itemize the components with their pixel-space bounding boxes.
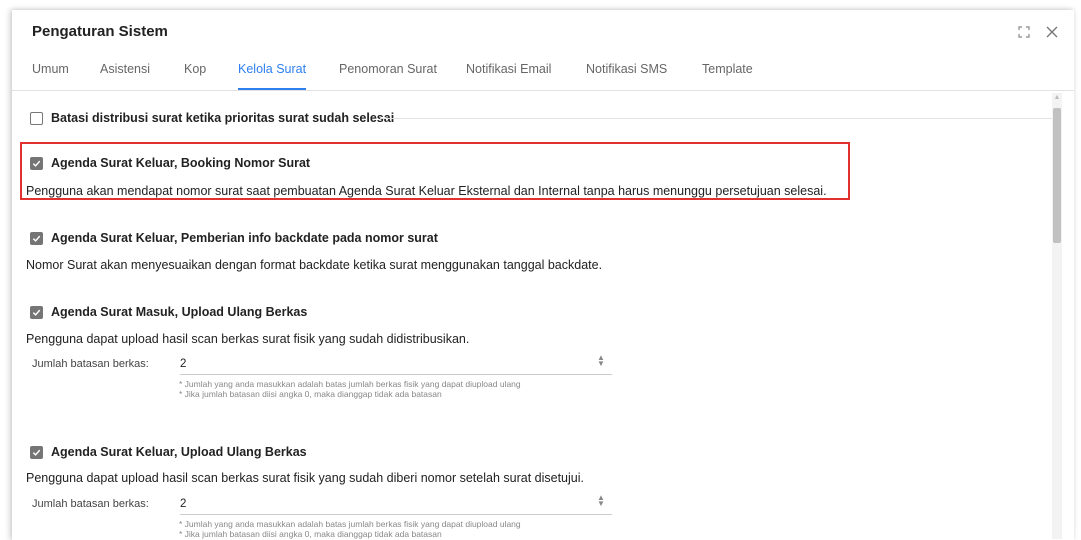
option-label: Agenda Surat Masuk, Upload Ulang Berkas — [51, 305, 308, 319]
tab-asistensi[interactable]: Asistensi — [100, 54, 150, 88]
scroll-thumb[interactable] — [1053, 108, 1061, 243]
option-label: Agenda Surat Keluar, Booking Nomor Surat — [51, 156, 311, 170]
dialog-title: Pengaturan Sistem — [32, 23, 168, 40]
checkbox-upload-masuk[interactable] — [30, 305, 43, 319]
option-description: Pengguna dapat upload hasil scan berkas … — [26, 332, 470, 346]
tab-notifikasi-sms[interactable]: Notifikasi SMS — [586, 54, 667, 88]
section-divider — [380, 118, 1052, 119]
hint-text: * Jumlah yang anda masukkan adalah batas… — [179, 519, 521, 529]
option-backdate: Agenda Surat Keluar, Pemberian info back… — [30, 231, 438, 245]
tab-notifikasi-email[interactable]: Notifikasi Email — [466, 54, 551, 88]
checkbox-booking-nomor[interactable] — [30, 156, 43, 170]
option-description: Pengguna dapat upload hasil scan berkas … — [26, 471, 584, 485]
option-upload-masuk: Agenda Surat Masuk, Upload Ulang Berkas — [30, 305, 307, 319]
close-icon[interactable] — [1042, 22, 1062, 42]
tab-kop[interactable]: Kop — [184, 54, 206, 88]
tab-umum[interactable]: Umum — [32, 54, 69, 88]
hint-text: * Jika jumlah batasan diisi angka 0, mak… — [179, 389, 442, 399]
check-icon — [32, 235, 41, 242]
check-icon — [32, 449, 41, 456]
dialog-titlebar: Pengaturan Sistem — [12, 10, 1074, 54]
jumlah-batasan-label: Jumlah batasan berkas: — [32, 358, 149, 370]
hint-text: * Jumlah yang anda masukkan adalah batas… — [179, 379, 521, 389]
checkbox-backdate[interactable] — [30, 231, 43, 245]
jumlah-batasan-input[interactable] — [180, 354, 612, 375]
option-booking-nomor: Agenda Surat Keluar, Booking Nomor Surat — [30, 156, 310, 170]
checkbox-upload-keluar[interactable] — [30, 445, 43, 459]
option-description: Pengguna akan mendapat nomor surat saat … — [26, 184, 827, 198]
option-label: Agenda Surat Keluar, Upload Ulang Berkas — [51, 445, 307, 459]
scroll-up-icon[interactable]: ▲ — [1052, 93, 1062, 103]
number-spinner-icon[interactable]: ▲ ▼ — [596, 354, 606, 368]
tab-template[interactable]: Template — [702, 54, 753, 88]
option-label: Batasi distribusi surat ketika prioritas… — [51, 111, 395, 125]
check-icon — [32, 160, 41, 167]
option-label: Agenda Surat Keluar, Pemberian info back… — [51, 231, 438, 245]
hint-text: * Jika jumlah batasan diisi angka 0, mak… — [179, 529, 442, 539]
vertical-scrollbar[interactable]: ▲ — [1052, 93, 1062, 539]
number-spinner-icon[interactable]: ▲ ▼ — [596, 494, 606, 508]
option-description: Nomor Surat akan menyesuaikan dengan for… — [26, 258, 603, 272]
check-icon — [32, 309, 41, 316]
checkbox-batasi-distribusi[interactable] — [30, 111, 43, 125]
tab-kelola-surat[interactable]: Kelola Surat — [238, 54, 307, 90]
settings-dialog: Pengaturan Sistem Umum Asistensi Kop Kel… — [12, 10, 1074, 540]
tab-penomoran-surat[interactable]: Penomoran Surat — [339, 54, 437, 88]
maximize-icon[interactable] — [1014, 22, 1034, 42]
jumlah-batasan-input[interactable] — [180, 494, 612, 515]
settings-tabs: Umum Asistensi Kop Kelola Surat Penomora… — [12, 54, 1074, 91]
jumlah-batasan-label: Jumlah batasan berkas: — [32, 498, 149, 510]
option-batasi-distribusi: Batasi distribusi surat ketika prioritas… — [30, 111, 394, 125]
kelola-surat-panel: Batasi distribusi surat ketika prioritas… — [12, 91, 1052, 540]
option-upload-keluar: Agenda Surat Keluar, Upload Ulang Berkas — [30, 445, 307, 459]
